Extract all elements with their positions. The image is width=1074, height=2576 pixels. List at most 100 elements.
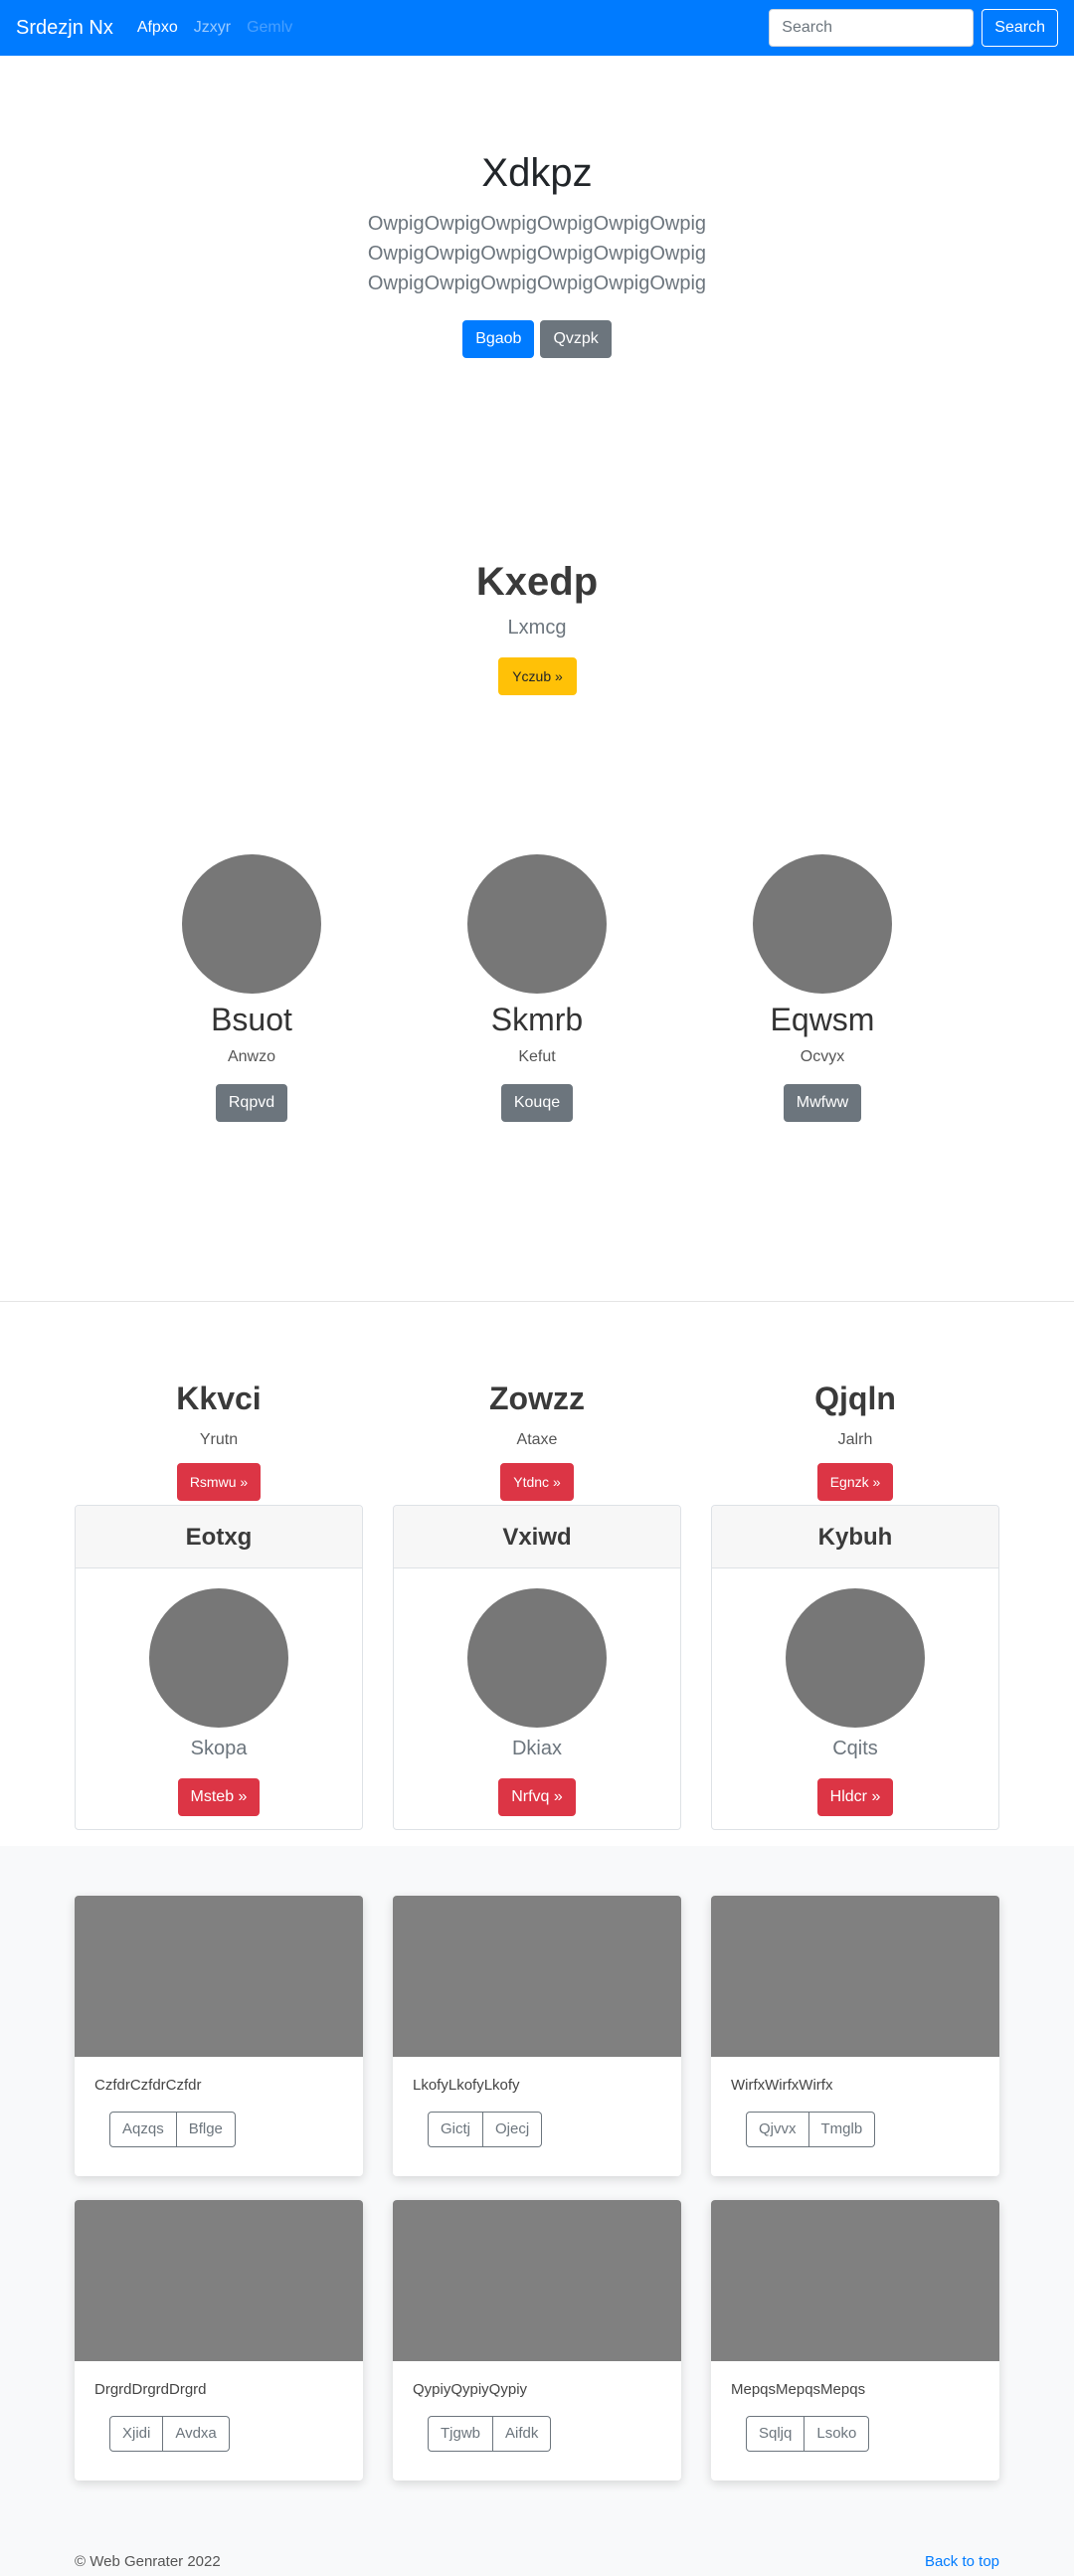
gallery-card-text: QypiyQypiyQypiy [413,2381,528,2398]
heading-subtitle: Ataxe [516,1431,558,1448]
heading-title: Qjqln [814,1380,896,1416]
circle-button[interactable]: Kouqe [500,1084,574,1122]
heading-button[interactable]: Egnzk » [816,1463,894,1501]
gallery-card-button[interactable]: Qjvvx [746,2112,809,2147]
jumbotron-lead: Lxmcg [507,617,567,639]
circle-placeholder-image [753,854,892,994]
circle-title: Bsuot [211,1002,292,1037]
heading-subtitle: Yrutn [199,1431,239,1448]
gallery-card-button-group: Xjidi Avdxa [109,2416,363,2452]
jumbotron-button[interactable]: Yczub » [498,657,577,695]
gallery-card-button[interactable]: Xjidi [109,2416,164,2452]
back-to-top-link[interactable]: Back to top [925,2553,999,2570]
gallery-card: WirfxWirfxWirfx Qjvvx Tmglb [711,1896,999,2176]
nav-link-afpxo[interactable]: Afpxo [137,19,178,37]
profile-card: Vxiwd Dkiax Nrfvq » [393,1505,681,1830]
hero-lead: OwpigOwpigOwpigOwpigOwpigOwpig OwpigOwpi… [0,209,1074,298]
gallery-card-text: MepqsMepqsMepqs [731,2381,866,2398]
card-header: Kybuh [712,1506,998,1568]
card-circle-image [149,1588,288,1728]
gallery-card-button[interactable]: Aqzqs [109,2112,177,2147]
gallery-card-button[interactable]: Lsoko [805,2416,870,2452]
circle-subtitle: Kefut [518,1048,556,1065]
hero-buttons: Bgaob Qvzpk [0,320,1074,358]
card-button-wrap: Nrfvq » [394,1778,680,1816]
gallery-card-image [75,2200,363,2361]
circle-column: Eqwsm Ocvyx Mwfww [673,854,972,1122]
gallery-card-text: LkofyLkofyLkofy [413,2077,520,2094]
gallery-card-button[interactable]: Gictj [428,2112,483,2147]
gallery-card-button-group: Sqljq Lsoko [746,2416,999,2452]
hero-primary-button[interactable]: Bgaob [462,320,535,358]
gallery-card-text: CzfdrCzfdrCzfdr [94,2077,202,2094]
gallery-card-image [393,2200,681,2361]
navbar: Srdezjn Nx Afpxo Jzxyr Gemlv Search [0,0,1074,56]
circle-column: Bsuot Anwzo Rqpvd [102,854,401,1122]
card-button[interactable]: Hldcr » [816,1778,894,1816]
navbar-brand[interactable]: Srdezjn Nx [16,17,113,40]
nav-link-jzxyr[interactable]: Jzxyr [194,19,231,37]
gallery-card-button[interactable]: Sqljq [746,2416,806,2452]
gallery-card-image [711,2200,999,2361]
hero-lead-line: OwpigOwpigOwpigOwpigOwpigOwpig [367,273,707,294]
card-subtitle: Dkiax [511,1738,562,1759]
jumbotron-title: Kxedp [475,560,599,604]
circle-button[interactable]: Mwfww [783,1084,862,1122]
card-circle-image [786,1588,925,1728]
gallery-card-text: WirfxWirfxWirfx [731,2077,833,2094]
hero-lead-line: OwpigOwpigOwpigOwpigOwpigOwpig [367,243,707,265]
card-button-wrap: Hldcr » [712,1778,998,1816]
circle-subtitle: Ocvyx [800,1048,845,1065]
gallery-card-button-group: Qjvvx Tmglb [746,2112,999,2147]
gallery-card-button[interactable]: Bflge [176,2112,236,2147]
gallery-section: CzfdrCzfdrCzfdr Aqzqs Bflge LkofyLkofyLk… [0,1846,1074,2576]
heading-title: Kkvci [176,1380,262,1416]
hero-title: Xdkpz [481,151,593,195]
circle-title: Skmrb [490,1002,584,1037]
section-divider [0,1301,1074,1302]
gallery-card-image [711,1896,999,2057]
heading-title: Zowzz [489,1380,585,1416]
circle-column: Skmrb Kefut Kouqe [388,854,686,1122]
gallery-card-button[interactable]: Avdxa [163,2416,230,2452]
gallery-card-button-group: Aqzqs Bflge [109,2112,363,2147]
card-circle-image [467,1588,607,1728]
gallery-card-button[interactable]: Ojecj [483,2112,543,2147]
heading-column: Zowzz Ataxe Ytdnc » [393,1380,681,1501]
hero-secondary-button[interactable]: Qvzpk [540,320,612,358]
search-input[interactable] [769,9,975,47]
card-button[interactable]: Nrfvq » [498,1778,576,1816]
gallery-card-button[interactable]: Aifdk [493,2416,552,2452]
card-header: Vxiwd [394,1506,680,1568]
gallery-card-text: DrgrdDrgrdDrgrd [94,2381,207,2398]
gallery-card-image [75,1896,363,2057]
card-subtitle: Cqits [832,1738,878,1759]
footer-copyright: © Web Genrater 2022 [75,2553,221,2570]
circle-placeholder-image [467,854,607,994]
heading-button[interactable]: Rsmwu » [176,1463,262,1501]
heading-subtitle: Jalrh [837,1431,873,1448]
gallery-card-image [393,1896,681,2057]
search-button[interactable]: Search [982,9,1058,47]
gallery-card: QypiyQypiyQypiy Tjgwb Aifdk [393,2200,681,2481]
hero-lead-line: OwpigOwpigOwpigOwpigOwpigOwpig [367,213,707,235]
card-subtitle: Skopa [190,1738,248,1759]
profile-card: Eotxg Skopa Msteb » [75,1505,363,1830]
nav-link-gemlv: Gemlv [247,19,293,36]
gallery-card-button[interactable]: Tjgwb [428,2416,494,2452]
gallery-card: CzfdrCzfdrCzfdr Aqzqs Bflge [75,1896,363,2176]
gallery-card-button[interactable]: Tmglb [808,2112,876,2147]
card-button[interactable]: Msteb » [177,1778,261,1816]
gallery-card: MepqsMepqsMepqs Sqljq Lsoko [711,2200,999,2481]
circle-button[interactable]: Rqpvd [215,1084,288,1122]
heading-column: Qjqln Jalrh Egnzk » [711,1380,999,1501]
gallery-card-button-group: Tjgwb Aifdk [428,2416,681,2452]
card-header: Eotxg [76,1506,362,1568]
circle-placeholder-image [182,854,321,994]
card-button-wrap: Msteb » [76,1778,362,1816]
gallery-card: LkofyLkofyLkofy Gictj Ojecj [393,1896,681,2176]
heading-button[interactable]: Ytdnc » [500,1463,574,1501]
profile-card: Kybuh Cqits Hldcr » [711,1505,999,1830]
gallery-card-button-group: Gictj Ojecj [428,2112,681,2147]
heading-column: Kkvci Yrutn Rsmwu » [75,1380,363,1501]
